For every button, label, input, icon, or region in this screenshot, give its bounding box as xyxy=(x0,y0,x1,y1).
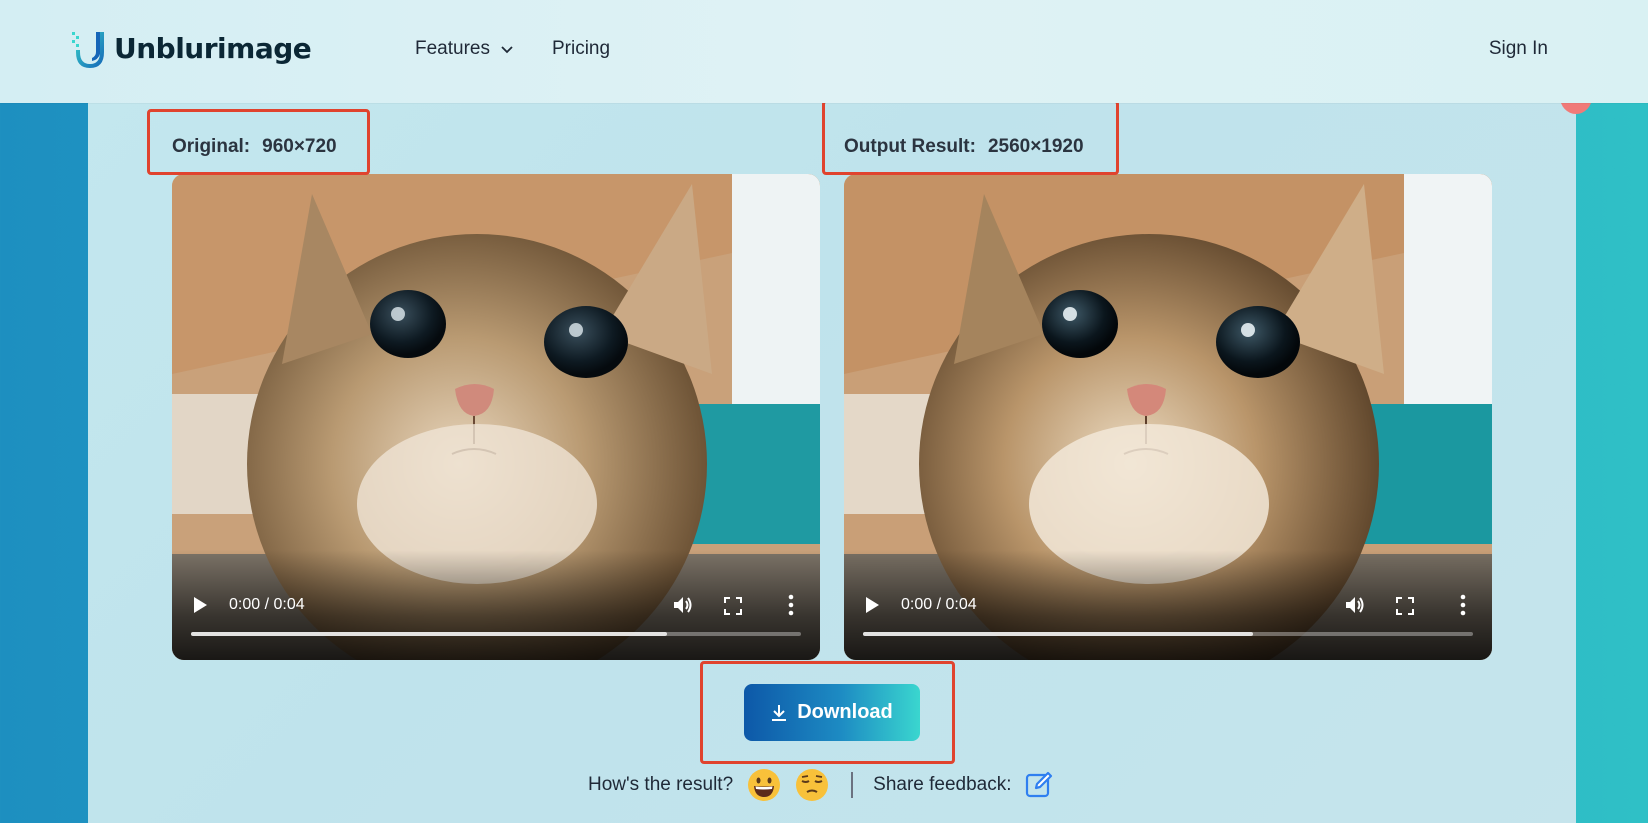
nav-features[interactable]: Features xyxy=(415,38,514,60)
download-highlight-box xyxy=(700,661,955,764)
volume-icon[interactable] xyxy=(672,594,694,616)
logo-icon xyxy=(72,32,104,68)
more-options-icon[interactable] xyxy=(788,594,794,616)
grinning-face-icon[interactable] xyxy=(747,768,781,802)
fullscreen-icon[interactable] xyxy=(1396,597,1414,615)
video-progress-bar[interactable] xyxy=(191,632,801,636)
nav-pricing-label: Pricing xyxy=(551,38,611,59)
nav-pricing[interactable]: Pricing xyxy=(552,38,610,60)
logo-text: Unblurimage xyxy=(114,31,312,65)
share-feedback-label: Share feedback: xyxy=(873,774,1012,795)
video-progress-fill xyxy=(191,632,667,636)
logo[interactable]: Unblurimage xyxy=(70,28,312,68)
play-icon[interactable] xyxy=(864,596,880,614)
main-nav: Features Pricing xyxy=(415,38,610,60)
video-progress-fill xyxy=(863,632,1254,636)
video-controls: 0:00 / 0:04 xyxy=(172,550,820,660)
output-video-player[interactable]: 0:00 / 0:04 xyxy=(844,174,1492,660)
top-header: Unblurimage Features Pricing Sign In xyxy=(0,0,1648,103)
video-progress-bar[interactable] xyxy=(863,632,1473,636)
nav-features-label: Features xyxy=(415,38,490,59)
video-time: 0:00 / 0:04 xyxy=(901,596,977,613)
edit-icon[interactable] xyxy=(1024,770,1054,800)
video-controls: 0:00 / 0:04 xyxy=(844,550,1492,660)
original-highlight-box xyxy=(147,109,370,175)
original-video-player[interactable]: 0:00 / 0:04 xyxy=(172,174,820,660)
divider xyxy=(851,772,854,798)
play-icon[interactable] xyxy=(192,596,208,614)
chevron-down-icon xyxy=(501,46,513,54)
volume-icon[interactable] xyxy=(1344,594,1366,616)
feedback-bar: How's the result? Share feedback: xyxy=(588,768,1054,802)
sign-in-link[interactable]: Sign In xyxy=(1489,38,1548,60)
fullscreen-icon[interactable] xyxy=(724,597,742,615)
feedback-question: How's the result? xyxy=(588,774,734,795)
pensive-face-icon[interactable] xyxy=(795,768,829,802)
video-time: 0:00 / 0:04 xyxy=(229,596,305,613)
more-options-icon[interactable] xyxy=(1460,594,1466,616)
output-highlight-box xyxy=(822,100,1119,175)
